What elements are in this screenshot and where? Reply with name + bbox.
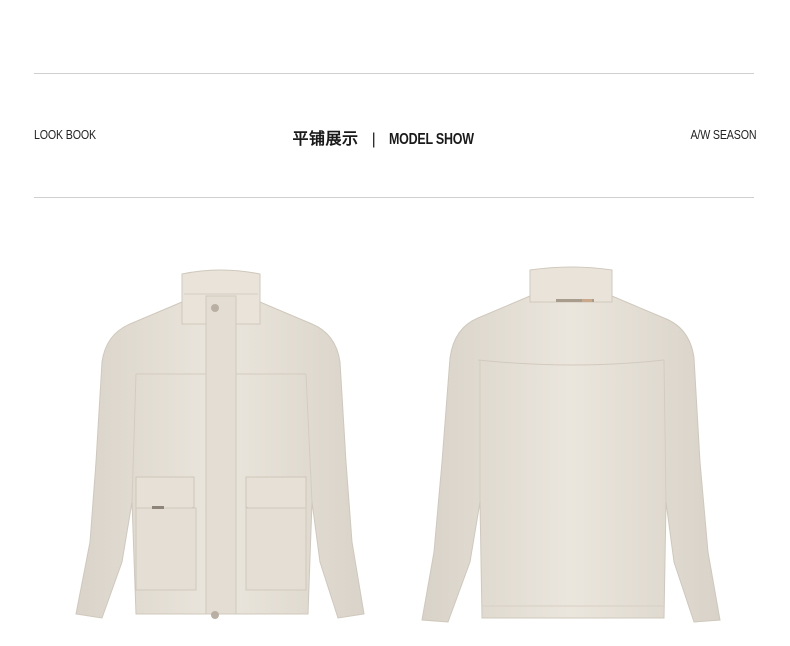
bottom-divider [34, 197, 754, 198]
section-title-en: MODEL SHOW [388, 131, 474, 148]
title-separator: | [371, 131, 376, 148]
top-divider [34, 73, 754, 74]
section-title: 平铺展示 | MODEL SHOW [0, 125, 790, 149]
section-title-cn: 平铺展示 [292, 131, 359, 148]
jacket-front-image [75, 269, 365, 619]
jacket-back-image [421, 266, 721, 623]
season-label: A/W SEASON [690, 127, 756, 142]
